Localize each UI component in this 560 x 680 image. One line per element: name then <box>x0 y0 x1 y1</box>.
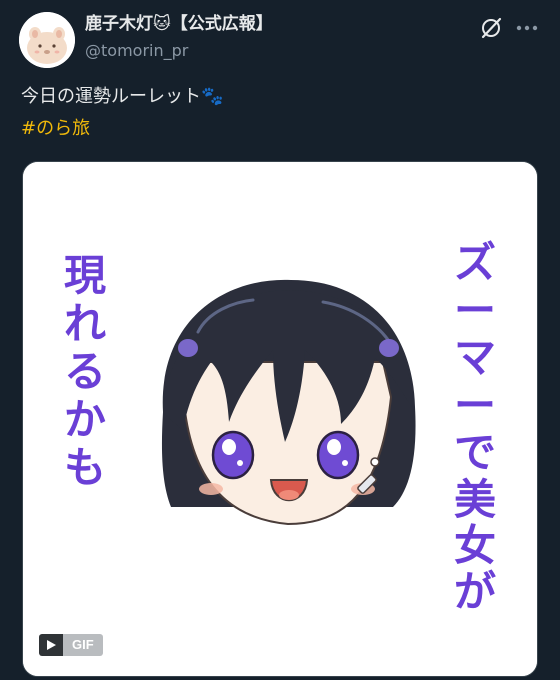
avatar[interactable] <box>19 12 75 68</box>
avatar-image <box>19 12 75 68</box>
svg-text:れ: れ <box>64 299 106 348</box>
grok-icon[interactable] <box>479 15 505 41</box>
svg-text:も: も <box>64 443 106 492</box>
post: 鹿子木灯🐱【公式広報】 @tomorin_pr 今日の運勢ルーレット🐾 #のら旅 <box>0 0 560 680</box>
svg-text:現: 現 <box>64 251 106 300</box>
media-gif[interactable]: 現 れ る か も ズ ー マ ー で 美 女 が GIF <box>22 161 538 677</box>
svg-text:ー: ー <box>454 381 496 430</box>
svg-text:る: る <box>64 347 106 396</box>
play-icon[interactable] <box>39 634 63 656</box>
more-icon[interactable] <box>514 16 540 40</box>
hashtag-link[interactable]: #のら旅 <box>21 116 90 142</box>
svg-text:ズ: ズ <box>454 238 496 287</box>
gif-illustration: 現 れ る か も ズ ー マ ー で 美 女 が <box>23 162 537 676</box>
svg-text:か: か <box>64 395 106 444</box>
svg-text:マ: マ <box>454 333 496 382</box>
svg-text:美: 美 <box>454 475 496 524</box>
svg-text:女: 女 <box>454 521 496 570</box>
gif-label: GIF <box>63 634 103 656</box>
gif-badge[interactable]: GIF <box>39 634 103 656</box>
svg-text:で: で <box>454 428 496 477</box>
handle[interactable]: @tomorin_pr <box>85 40 188 62</box>
svg-text:が: が <box>454 567 496 616</box>
post-text: 今日の運勢ルーレット🐾 <box>21 86 224 107</box>
svg-text:ー: ー <box>454 286 496 335</box>
display-name[interactable]: 鹿子木灯🐱【公式広報】 <box>85 12 273 36</box>
